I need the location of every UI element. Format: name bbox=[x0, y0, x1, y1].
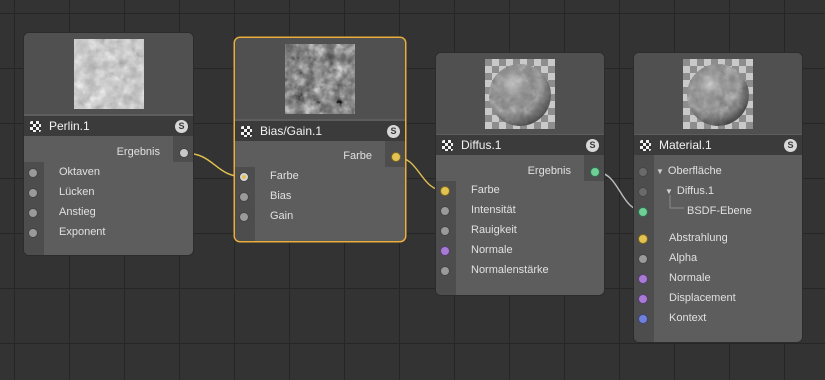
output-row: Ergebnis bbox=[436, 162, 604, 182]
material-sphere-preview bbox=[683, 59, 753, 129]
input-row: Normale bbox=[436, 241, 604, 261]
input-port-oktaven[interactable] bbox=[28, 168, 38, 178]
input-port-alpha[interactable] bbox=[638, 254, 648, 264]
node-preview bbox=[436, 53, 604, 134]
shader-type-icon bbox=[442, 139, 453, 151]
shader-type-icon bbox=[241, 125, 252, 137]
noise-preview-thumbnail bbox=[73, 39, 144, 109]
node-perlin[interactable]: Perlin.1 S Ergebnis Oktaven Lücken Ansti… bbox=[24, 33, 193, 255]
node-material[interactable]: Material.1 S ▼ Oberfläche ▼ Diffus.1 BSDF-… bbox=[634, 53, 802, 342]
input-label: Rauigkeit bbox=[471, 224, 517, 236]
solo-button[interactable]: S bbox=[387, 124, 400, 138]
output-port-ergebnis[interactable] bbox=[590, 167, 600, 177]
tree-item-label: Oberfläche bbox=[667, 165, 722, 177]
input-row: Farbe bbox=[436, 181, 604, 201]
input-port-abstrahlung[interactable] bbox=[638, 234, 648, 244]
solo-button[interactable]: S bbox=[175, 119, 188, 133]
output-label: Ergebnis bbox=[116, 146, 160, 158]
node-preview bbox=[634, 53, 802, 134]
input-port-displacement[interactable] bbox=[638, 294, 648, 304]
input-label: Alpha bbox=[669, 252, 698, 264]
node-title: Diffus.1 bbox=[461, 138, 502, 152]
node-titlebar[interactable]: Bias/Gain.1 S bbox=[235, 121, 405, 141]
input-row: Abstrahlung bbox=[634, 229, 802, 249]
tree-item-label: BSDF-Ebene bbox=[687, 205, 752, 217]
input-row: Farbe bbox=[235, 167, 405, 187]
output-row: Ergebnis bbox=[24, 143, 193, 163]
input-row: Lücken bbox=[24, 183, 193, 203]
input-label: Exponent bbox=[59, 226, 106, 238]
input-row: Bias bbox=[235, 187, 405, 207]
input-label: Bias bbox=[270, 190, 292, 202]
input-row: Gain bbox=[235, 207, 405, 227]
node-preview bbox=[235, 38, 405, 119]
input-label: Farbe bbox=[270, 170, 299, 182]
input-port-normalenstaerke[interactable] bbox=[440, 266, 450, 276]
input-label: Oktaven bbox=[59, 166, 100, 178]
input-port-diffus[interactable] bbox=[638, 187, 648, 197]
input-row: Normale bbox=[634, 269, 802, 289]
tree-row: BSDF-Ebene bbox=[634, 202, 802, 222]
output-port-farbe[interactable] bbox=[391, 152, 401, 162]
solo-button[interactable]: S bbox=[784, 138, 797, 152]
material-sphere-preview bbox=[485, 59, 555, 129]
input-row: Exponent bbox=[24, 223, 193, 243]
tree-item-oberflaeche: ▼ Oberfläche bbox=[656, 165, 722, 177]
shader-type-icon bbox=[30, 120, 41, 132]
input-label: Intensität bbox=[471, 204, 516, 216]
node-title: Material.1 bbox=[659, 138, 712, 152]
input-port-normale[interactable] bbox=[440, 246, 450, 256]
input-port-oberflaeche[interactable] bbox=[638, 167, 648, 177]
tree-row[interactable]: ▼ Diffus.1 bbox=[634, 182, 802, 202]
output-port-ergebnis[interactable] bbox=[179, 148, 189, 158]
collapse-triangle-icon[interactable]: ▼ bbox=[656, 167, 664, 176]
input-row: Rauigkeit bbox=[436, 221, 604, 241]
input-port-normale[interactable] bbox=[638, 274, 648, 284]
input-label: Normalenstärke bbox=[471, 264, 549, 276]
node-diffus[interactable]: Diffus.1 S Ergebnis Farbe Intensität Rau… bbox=[436, 53, 604, 295]
input-port-anstieg[interactable] bbox=[28, 208, 38, 218]
input-row: Kontext bbox=[634, 309, 802, 329]
input-label: Farbe bbox=[471, 184, 500, 196]
input-label: Displacement bbox=[669, 292, 736, 304]
input-row: Oktaven bbox=[24, 163, 193, 183]
input-label: Anstieg bbox=[59, 206, 96, 218]
input-label: Abstrahlung bbox=[669, 232, 728, 244]
input-port-luecken[interactable] bbox=[28, 188, 38, 198]
noise-preview-thumbnail bbox=[285, 44, 355, 114]
input-row: Normalenstärke bbox=[436, 261, 604, 281]
output-label: Farbe bbox=[343, 150, 372, 162]
input-port-farbe[interactable] bbox=[239, 172, 249, 182]
output-row: Farbe bbox=[235, 147, 405, 167]
input-label: Lücken bbox=[59, 186, 95, 198]
node-titlebar[interactable]: Perlin.1 S bbox=[24, 116, 193, 136]
input-port-bias[interactable] bbox=[239, 192, 249, 202]
node-titlebar[interactable]: Material.1 S bbox=[634, 135, 802, 155]
input-row: Anstieg bbox=[24, 203, 193, 223]
input-label: Normale bbox=[471, 244, 513, 256]
input-port-rauigkeit[interactable] bbox=[440, 226, 450, 236]
input-row: Alpha bbox=[634, 249, 802, 269]
input-port-exponent[interactable] bbox=[28, 228, 38, 238]
input-label: Kontext bbox=[669, 312, 707, 324]
node-titlebar[interactable]: Diffus.1 S bbox=[436, 135, 604, 155]
solo-button[interactable]: S bbox=[586, 138, 599, 152]
tree-row[interactable]: ▼ Oberfläche bbox=[634, 162, 802, 182]
input-port-intensitaet[interactable] bbox=[440, 206, 450, 216]
input-port-gain[interactable] bbox=[239, 212, 249, 222]
input-label: Gain bbox=[270, 210, 294, 222]
input-row: Displacement bbox=[634, 289, 802, 309]
node-title: Bias/Gain.1 bbox=[260, 124, 323, 138]
shader-type-icon bbox=[640, 139, 651, 151]
output-label: Ergebnis bbox=[527, 165, 571, 177]
input-port-bsdf-ebene[interactable] bbox=[638, 207, 648, 217]
input-port-kontext[interactable] bbox=[638, 314, 648, 324]
node-preview bbox=[24, 33, 193, 114]
node-bias-gain[interactable]: Bias/Gain.1 S Farbe Farbe Bias Gain bbox=[235, 38, 405, 241]
input-row: Intensität bbox=[436, 201, 604, 221]
input-port-farbe[interactable] bbox=[440, 186, 450, 196]
input-label: Normale bbox=[669, 272, 711, 284]
node-title: Perlin.1 bbox=[49, 119, 90, 133]
